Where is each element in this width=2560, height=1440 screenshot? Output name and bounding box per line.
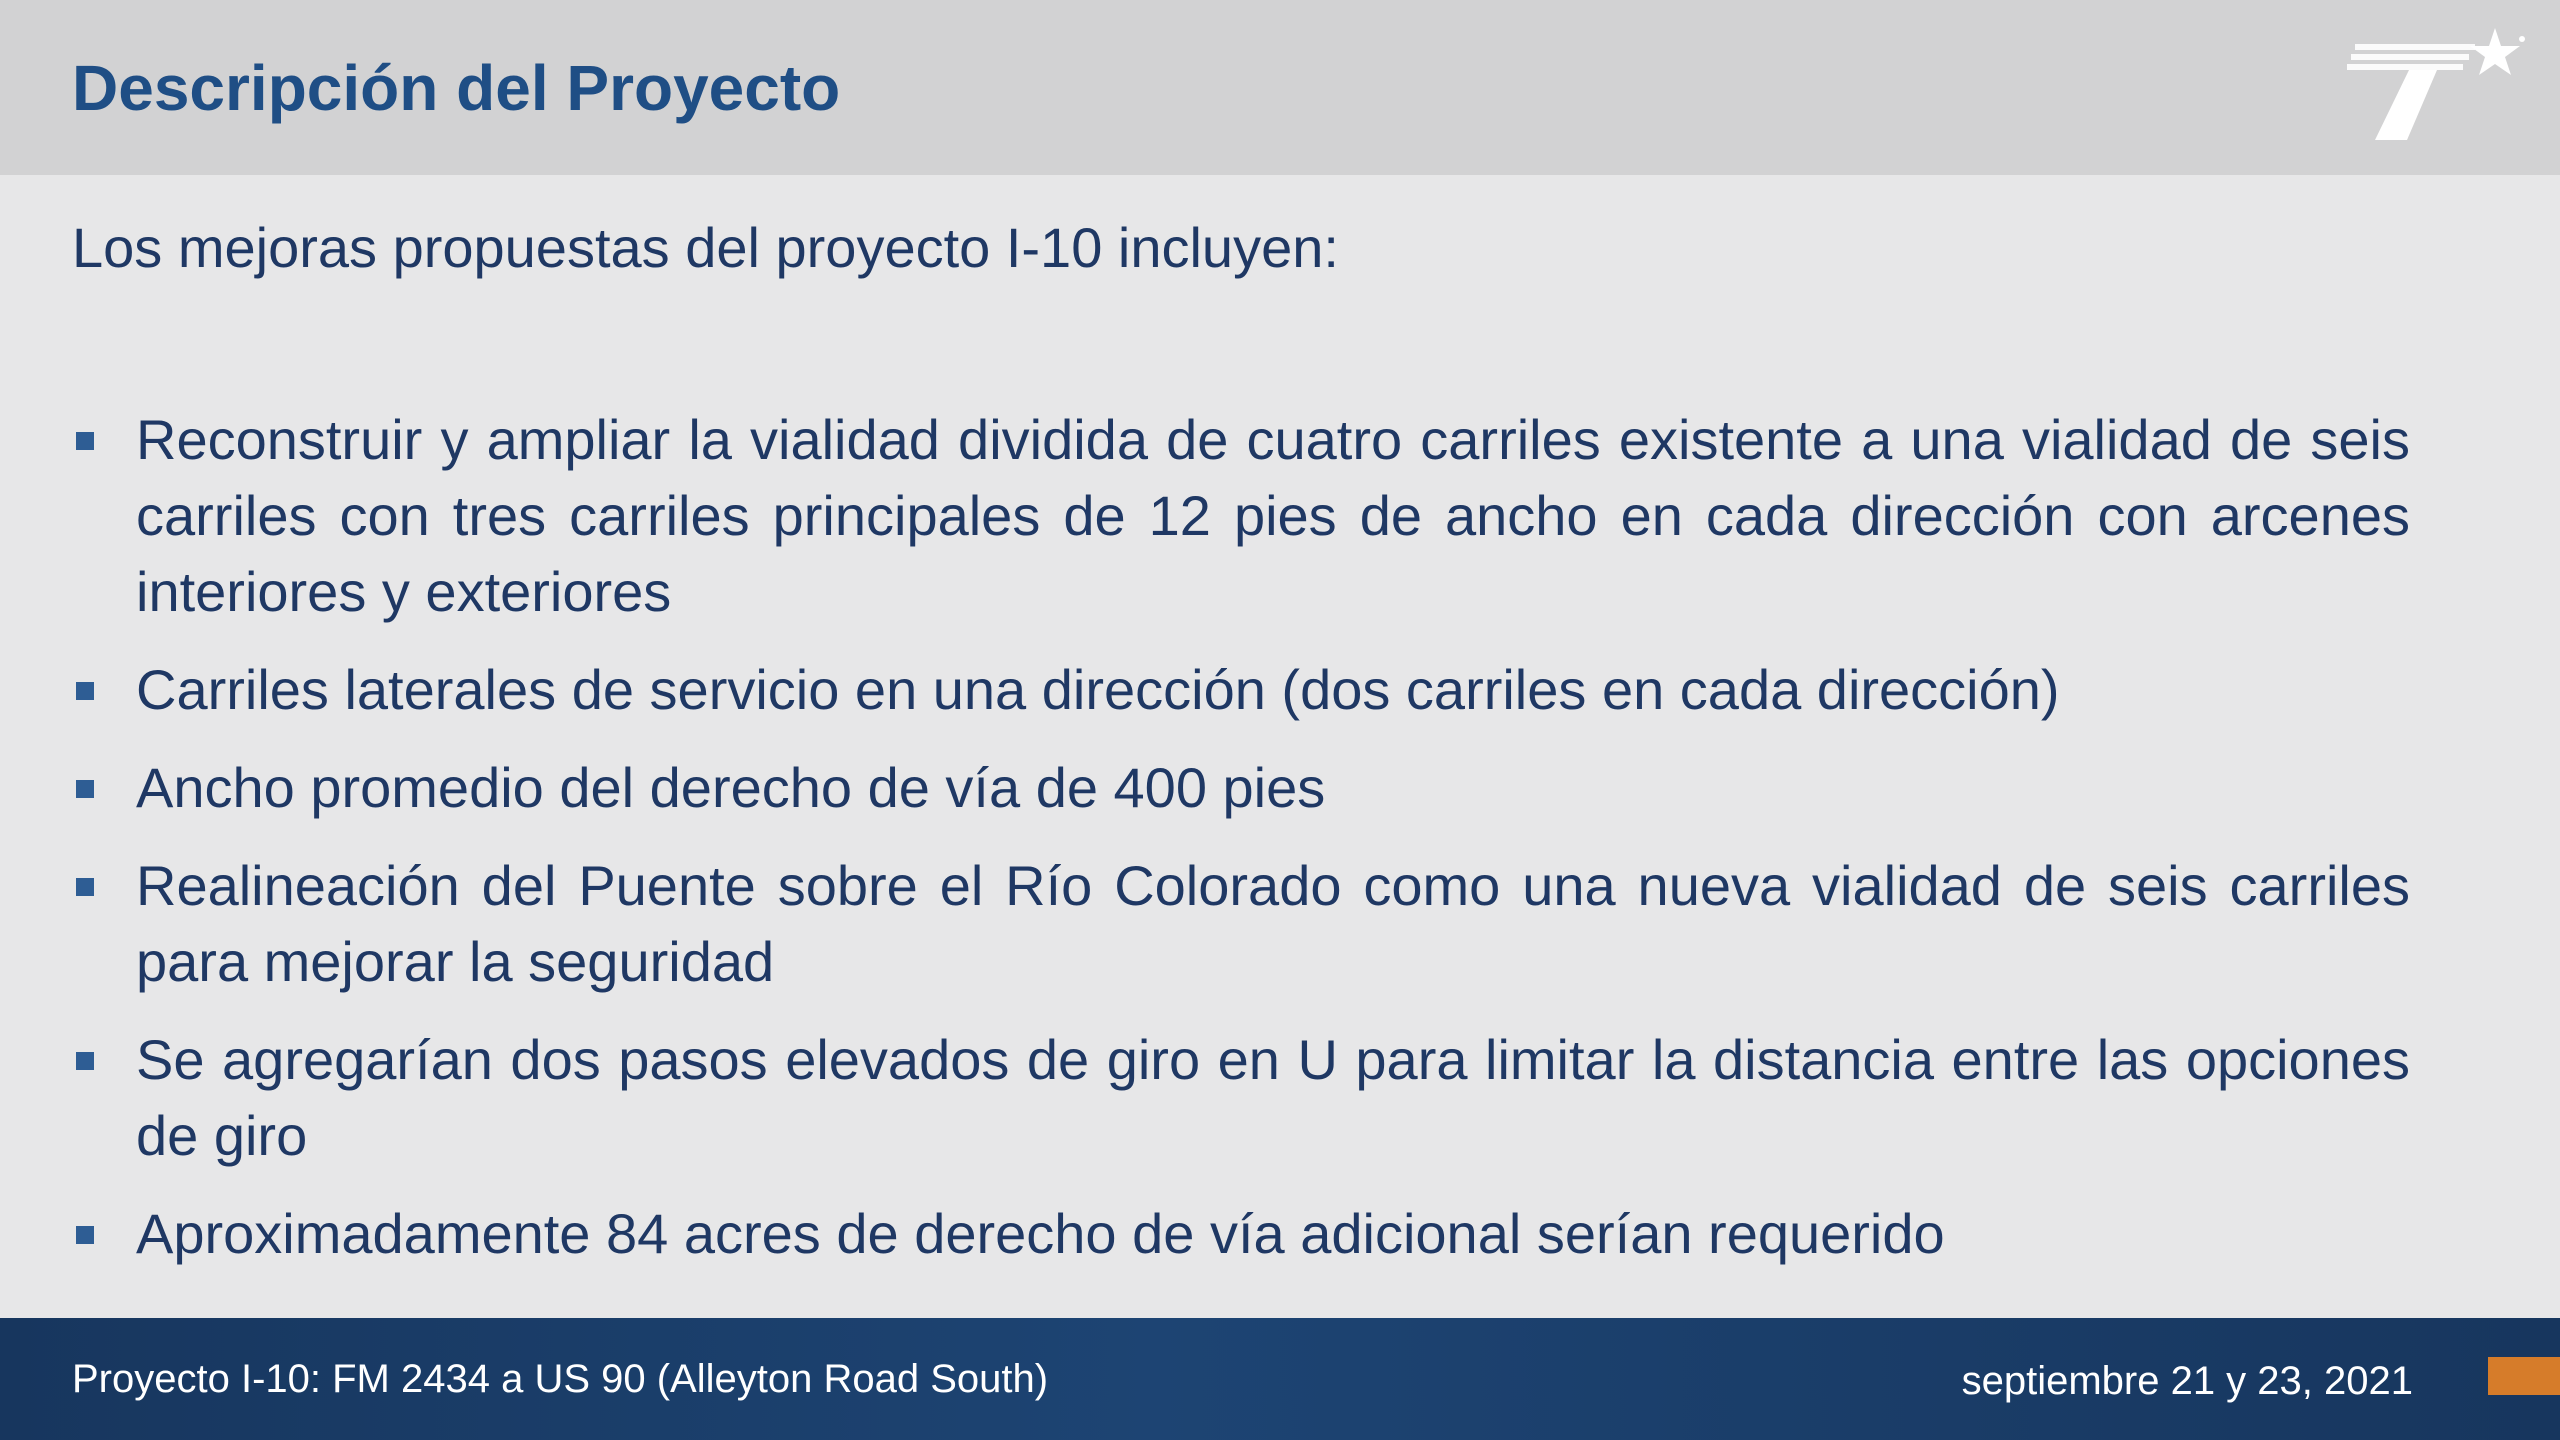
bullet-text: Aproximadamente 84 acres de derecho de v…: [136, 1202, 1945, 1265]
page-title: Descripción del Proyecto: [72, 52, 841, 124]
list-item: Realineación del Puente sobre el Río Col…: [72, 848, 2410, 1000]
bullet-text: Reconstruir y ampliar la vialidad dividi…: [136, 408, 2410, 623]
list-item: Reconstruir y ampliar la vialidad dividi…: [72, 402, 2410, 630]
square-bullet-icon: [76, 780, 94, 798]
bullet-list: Reconstruir y ampliar la vialidad dividi…: [72, 402, 2410, 1294]
square-bullet-icon: [76, 1052, 94, 1070]
square-bullet-icon: [76, 432, 94, 450]
slide: Descripción del Proyecto Los mejoras pro…: [0, 0, 2560, 1440]
header-bar: Descripción del Proyecto: [0, 0, 2560, 175]
intro-text: Los mejoras propuestas del proyecto I-10…: [72, 216, 1339, 279]
bullet-text: Se agregarían dos pasos elevados de giro…: [136, 1028, 2410, 1167]
square-bullet-icon: [76, 878, 94, 896]
txdot-star-logo-icon: [2347, 28, 2525, 140]
bullet-text: Realineación del Puente sobre el Río Col…: [136, 854, 2410, 993]
footer-accent-block: [2488, 1357, 2560, 1395]
list-item: Ancho promedio del derecho de vía de 400…: [72, 750, 2410, 826]
square-bullet-icon: [76, 1226, 94, 1244]
bullet-text: Carriles laterales de servicio en una di…: [136, 658, 2060, 721]
footer-project-name: Proyecto I-10: FM 2434 a US 90 (Alleyton…: [72, 1357, 1049, 1401]
footer-bar: Proyecto I-10: FM 2434 a US 90 (Alleyton…: [0, 1318, 2560, 1440]
list-item: Se agregarían dos pasos elevados de giro…: [72, 1022, 2410, 1174]
square-bullet-icon: [76, 682, 94, 700]
list-item: Aproximadamente 84 acres de derecho de v…: [72, 1196, 2410, 1272]
list-item: Carriles laterales de servicio en una di…: [72, 652, 2410, 728]
bullet-text: Ancho promedio del derecho de vía de 400…: [136, 756, 1326, 819]
footer-date: septiembre 21 y 23, 2021: [1961, 1359, 2413, 1403]
